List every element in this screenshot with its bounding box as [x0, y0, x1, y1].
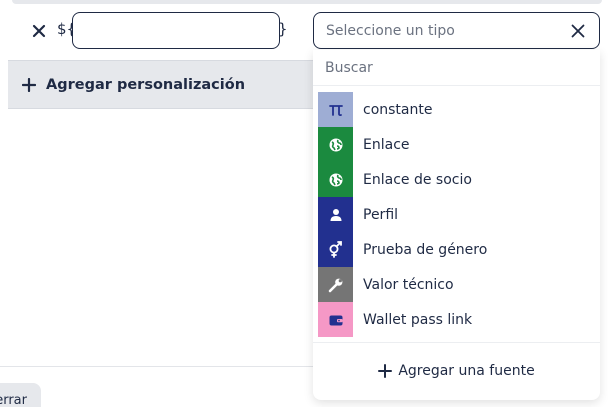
option-label: Perfil — [363, 206, 399, 223]
variable-suffix: } — [278, 20, 288, 38]
option-label: Enlace — [363, 136, 410, 153]
option-constante[interactable]: constante — [318, 92, 600, 127]
option-enlace-de-socio[interactable]: Enlace de socio — [318, 162, 600, 197]
globe-icon — [318, 127, 353, 162]
option-perfil[interactable]: Perfil — [318, 197, 600, 232]
option-enlace[interactable]: Enlace — [318, 127, 600, 162]
globe-icon — [318, 162, 353, 197]
type-dropdown-menu: constante Enlace Enlace de socio — [313, 50, 600, 400]
pi-icon — [318, 92, 353, 127]
option-prueba-de-genero[interactable]: Prueba de género — [318, 232, 600, 267]
option-label: constante — [363, 101, 433, 118]
close-button-label: errar — [0, 392, 27, 407]
clear-type-button[interactable] — [569, 22, 587, 40]
footer-divider — [0, 366, 320, 367]
option-label: Wallet pass link — [363, 311, 473, 328]
gender-icon — [318, 232, 353, 267]
dropdown-search-input[interactable] — [313, 50, 600, 86]
top-divider — [12, 0, 602, 4]
type-select-placeholder: Seleccione un tipo — [326, 22, 455, 39]
type-select[interactable]: Seleccione un tipo — [313, 12, 600, 49]
option-valor-tecnico[interactable]: Valor técnico — [318, 267, 600, 302]
variable-name-input[interactable] — [72, 12, 280, 49]
dropdown-options-list: constante Enlace Enlace de socio Perfil … — [318, 92, 600, 337]
close-button[interactable]: errar — [0, 383, 41, 407]
option-label: Prueba de género — [363, 241, 488, 258]
add-source-button[interactable]: Agregar una fuente — [313, 353, 600, 389]
remove-row-button[interactable] — [28, 20, 50, 42]
close-icon — [32, 24, 46, 38]
plus-icon — [378, 364, 393, 378]
option-wallet-pass-link[interactable]: Wallet pass link — [318, 302, 600, 337]
plus-icon — [22, 77, 36, 92]
add-customization-button[interactable]: Agregar personalización — [8, 60, 313, 109]
wrench-icon — [318, 267, 353, 302]
close-icon — [571, 24, 585, 37]
option-label: Valor técnico — [363, 276, 454, 293]
dropdown-divider — [313, 342, 600, 343]
add-customization-label: Agregar personalización — [46, 76, 246, 93]
wallet-icon — [318, 302, 353, 337]
add-source-label: Agregar una fuente — [398, 363, 535, 379]
option-label: Enlace de socio — [363, 171, 472, 188]
person-icon — [318, 197, 353, 232]
